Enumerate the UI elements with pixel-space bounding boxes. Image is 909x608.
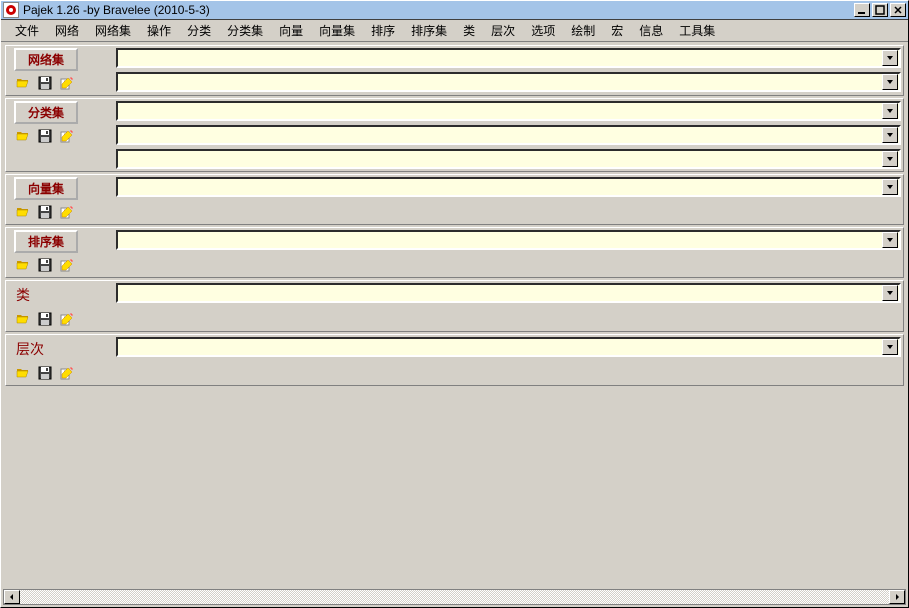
panel-left-3: 排序集: [8, 230, 116, 275]
combo-stack-3: [116, 230, 901, 250]
panel-left-0: 网络集: [8, 48, 116, 93]
chevron-down-icon[interactable]: [882, 50, 898, 66]
chevron-down-icon[interactable]: [882, 339, 898, 355]
save-icon[interactable]: [34, 73, 56, 93]
panel-label-button-2[interactable]: 向量集: [14, 177, 78, 200]
menu-item-0[interactable]: 文件: [7, 20, 47, 41]
chevron-down-icon[interactable]: [882, 232, 898, 248]
edit-icon[interactable]: [56, 363, 78, 383]
chevron-down-icon[interactable]: [882, 103, 898, 119]
folder-open-icon[interactable]: [12, 73, 34, 93]
save-icon[interactable]: [34, 363, 56, 383]
minimize-button[interactable]: [854, 3, 870, 17]
edit-icon[interactable]: [56, 126, 78, 146]
scroll-track[interactable]: [20, 590, 889, 604]
menu-item-11[interactable]: 层次: [483, 20, 523, 41]
panel-left-1: 分类集: [8, 101, 116, 146]
panel-0: 网络集: [5, 45, 904, 96]
menu-item-15[interactable]: 信息: [631, 20, 671, 41]
menu-item-5[interactable]: 分类集: [219, 20, 271, 41]
panel-4: 类: [5, 280, 904, 332]
edit-icon[interactable]: [56, 309, 78, 329]
window-title: Pajek 1.26 -by Bravelee (2010-5-3): [23, 3, 854, 17]
menu-item-4[interactable]: 分类: [179, 20, 219, 41]
combo-1-1[interactable]: [116, 125, 901, 145]
combo-stack-0: [116, 48, 901, 92]
panel-left-2: 向量集: [8, 177, 116, 222]
combo-1-2[interactable]: [116, 149, 901, 169]
panel-label-button-1[interactable]: 分类集: [14, 101, 78, 124]
menu-item-10[interactable]: 类: [455, 20, 483, 41]
combo-stack-1: [116, 101, 901, 169]
scroll-left-button[interactable]: [4, 590, 20, 604]
chevron-down-icon[interactable]: [882, 74, 898, 90]
combo-4-0[interactable]: [116, 283, 901, 303]
menu-item-2[interactable]: 网络集: [87, 20, 139, 41]
panel-label-4: 类: [8, 283, 116, 307]
combo-0-0[interactable]: [116, 48, 901, 68]
panel-label-button-3[interactable]: 排序集: [14, 230, 78, 253]
menu-item-13[interactable]: 绘制: [563, 20, 603, 41]
combo-3-0[interactable]: [116, 230, 901, 250]
combo-stack-4: [116, 283, 901, 303]
combo-1-0[interactable]: [116, 101, 901, 121]
folder-open-icon[interactable]: [12, 202, 34, 222]
menubar: 文件网络网络集操作分类分类集向量向量集排序排序集类层次选项绘制宏信息工具集: [1, 20, 908, 42]
menu-item-9[interactable]: 排序集: [403, 20, 455, 41]
panel-label-button-0[interactable]: 网络集: [14, 48, 78, 71]
horizontal-scrollbar[interactable]: [3, 589, 906, 605]
menu-item-12[interactable]: 选项: [523, 20, 563, 41]
panel-left-4: 类: [8, 283, 116, 329]
panel-2: 向量集: [5, 174, 904, 225]
menu-item-6[interactable]: 向量: [271, 20, 311, 41]
close-button[interactable]: [890, 3, 906, 17]
folder-open-icon[interactable]: [12, 255, 34, 275]
combo-0-1[interactable]: [116, 72, 901, 92]
edit-icon[interactable]: [56, 255, 78, 275]
panel-1: 分类集: [5, 98, 904, 172]
maximize-button[interactable]: [872, 3, 888, 17]
panel-5: 层次: [5, 334, 904, 386]
main-window: Pajek 1.26 -by Bravelee (2010-5-3) 文件网络网…: [0, 0, 909, 608]
menu-item-16[interactable]: 工具集: [671, 20, 723, 41]
chevron-down-icon[interactable]: [882, 285, 898, 301]
menu-item-14[interactable]: 宏: [603, 20, 631, 41]
combo-stack-2: [116, 177, 901, 197]
edit-icon[interactable]: [56, 202, 78, 222]
menu-item-8[interactable]: 排序: [363, 20, 403, 41]
combo-5-0[interactable]: [116, 337, 901, 357]
save-icon[interactable]: [34, 309, 56, 329]
menu-item-7[interactable]: 向量集: [311, 20, 363, 41]
chevron-down-icon[interactable]: [882, 151, 898, 167]
save-icon[interactable]: [34, 255, 56, 275]
menu-item-1[interactable]: 网络: [47, 20, 87, 41]
titlebar: Pajek 1.26 -by Bravelee (2010-5-3): [1, 1, 908, 20]
client-area: 网络集分类集向量集排序集类层次: [3, 43, 906, 587]
save-icon[interactable]: [34, 202, 56, 222]
folder-open-icon[interactable]: [12, 126, 34, 146]
combo-2-0[interactable]: [116, 177, 901, 197]
window-buttons: [854, 3, 906, 17]
save-icon[interactable]: [34, 126, 56, 146]
folder-open-icon[interactable]: [12, 363, 34, 383]
chevron-down-icon[interactable]: [882, 179, 898, 195]
menu-item-3[interactable]: 操作: [139, 20, 179, 41]
app-icon: [3, 2, 19, 18]
panel-3: 排序集: [5, 227, 904, 278]
chevron-down-icon[interactable]: [882, 127, 898, 143]
scroll-right-button[interactable]: [889, 590, 905, 604]
folder-open-icon[interactable]: [12, 309, 34, 329]
panel-label-5: 层次: [8, 337, 116, 361]
panel-left-5: 层次: [8, 337, 116, 383]
edit-icon[interactable]: [56, 73, 78, 93]
combo-stack-5: [116, 337, 901, 357]
